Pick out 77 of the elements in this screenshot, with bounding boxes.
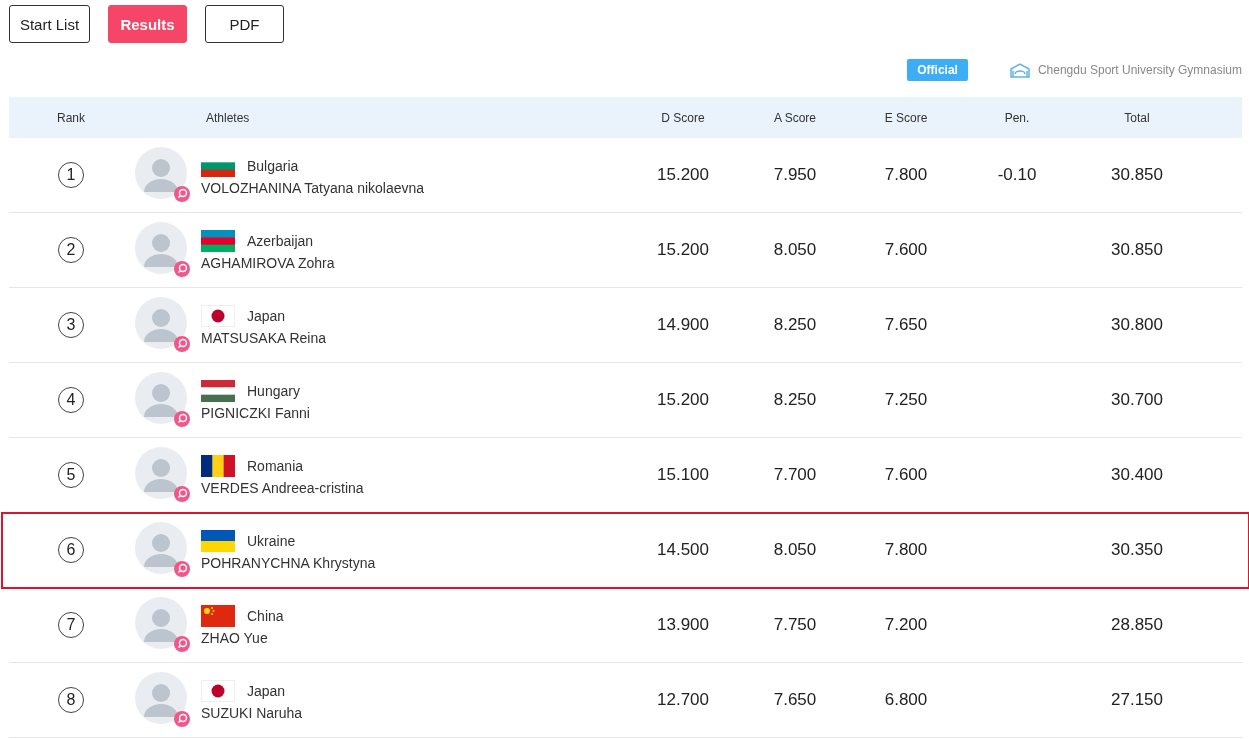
- flag-icon: [201, 304, 235, 327]
- a-score: 8.050: [773, 540, 817, 560]
- athlete-name: ZHAO Yue: [201, 629, 269, 646]
- total-score: 30.700: [1111, 390, 1163, 410]
- stadium-icon: [1009, 61, 1030, 78]
- e-score: 7.200: [884, 615, 928, 635]
- country-name: Japan: [247, 307, 286, 324]
- country-name: Hungary: [247, 382, 300, 399]
- athlete-name: POHRANYCHNA Khrystyna: [201, 554, 376, 571]
- flag-icon: [201, 679, 235, 702]
- d-score: 15.200: [657, 165, 709, 185]
- column-header: Total: [1123, 110, 1151, 125]
- a-score: 8.250: [773, 390, 817, 410]
- column-header: A Score: [773, 110, 817, 125]
- e-score: 7.650: [884, 315, 928, 335]
- venue-name: Chengdu Sport University Gymnasium: [1037, 62, 1242, 77]
- total-score: 30.800: [1111, 315, 1163, 335]
- a-score: 8.250: [773, 315, 817, 335]
- avatar-icon: [135, 672, 191, 728]
- total-score: 30.400: [1111, 465, 1163, 485]
- avatar-icon: [135, 372, 191, 428]
- athlete-name: PIGNICZKI Fanni: [201, 404, 310, 421]
- total-score: 30.350: [1111, 540, 1163, 560]
- avatar-icon: [135, 222, 191, 278]
- total-score: 28.850: [1111, 615, 1163, 635]
- e-score: 6.800: [884, 690, 928, 710]
- total-score: 30.850: [1111, 165, 1163, 185]
- avatar-icon: [135, 447, 191, 503]
- a-score: 7.650: [773, 690, 817, 710]
- e-score: 7.600: [884, 240, 928, 260]
- avatar-icon: [135, 147, 191, 203]
- column-header: E Score: [883, 110, 929, 125]
- d-score: 12.700: [657, 690, 709, 710]
- athlete-name: VERDES Andreea-cristina: [201, 479, 364, 496]
- country-name: Romania: [247, 457, 304, 474]
- flag-icon: [201, 379, 235, 402]
- flag-icon: [201, 229, 235, 252]
- column-header: D Score: [660, 110, 706, 125]
- d-score: 14.900: [657, 315, 709, 335]
- tab-button[interactable]: Results: [108, 5, 187, 43]
- total-score: 27.150: [1111, 690, 1163, 710]
- d-score: 13.900: [657, 615, 709, 635]
- a-score: 7.700: [773, 465, 817, 485]
- tab-button[interactable]: Start List: [9, 5, 90, 43]
- e-score: 7.800: [884, 165, 928, 185]
- d-score: 15.100: [657, 465, 709, 485]
- country-name: Ukraine: [247, 532, 296, 549]
- country-name: China: [247, 607, 284, 624]
- avatar-icon: [135, 297, 191, 353]
- a-score: 7.950: [773, 165, 817, 185]
- tab-button[interactable]: PDF: [205, 5, 284, 43]
- d-score: 15.200: [657, 390, 709, 410]
- a-score: 8.050: [773, 240, 817, 260]
- e-score: 7.250: [884, 390, 928, 410]
- athlete-name: VOLOZHANINA Tatyana nikolaevna: [201, 179, 425, 196]
- d-score: 14.500: [657, 540, 709, 560]
- d-score: 15.200: [657, 240, 709, 260]
- athlete-name: MATSUSAKA Reina: [201, 329, 326, 346]
- column-header: Pen.: [1003, 110, 1031, 125]
- total-score: 30.850: [1111, 240, 1163, 260]
- athlete-name: AGHAMIROVA Zohra: [201, 254, 335, 271]
- penalty: -0.10: [997, 165, 1037, 185]
- avatar-icon: [135, 522, 191, 578]
- country-name: Azerbaijan: [247, 232, 314, 249]
- status-badge: Official: [907, 58, 968, 81]
- e-score: 7.800: [884, 540, 928, 560]
- column-header: Athletes: [205, 110, 251, 125]
- flag-icon: [201, 604, 235, 627]
- e-score: 7.600: [884, 465, 928, 485]
- avatar-icon: [135, 597, 191, 653]
- country-name: Japan: [247, 682, 286, 699]
- country-name: Bulgaria: [247, 157, 299, 174]
- flag-icon: [201, 529, 235, 552]
- column-header: Rank: [56, 110, 86, 125]
- athlete-name: SUZUKI Naruha: [201, 704, 303, 721]
- flag-icon: [201, 454, 235, 477]
- a-score: 7.750: [773, 615, 817, 635]
